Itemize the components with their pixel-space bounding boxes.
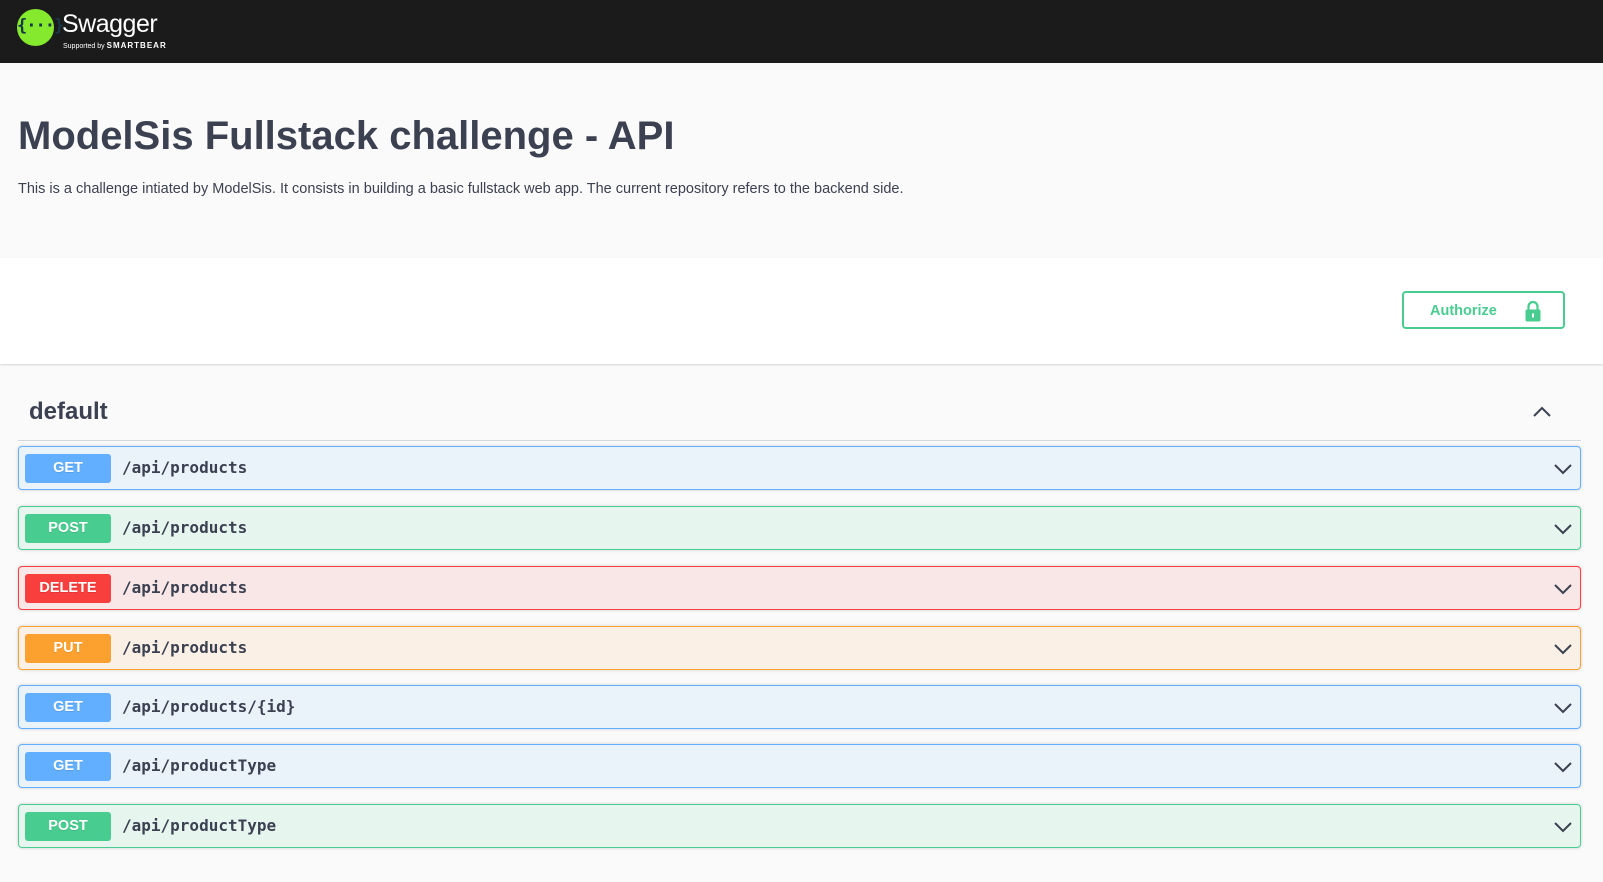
tag-header[interactable]: default (18, 385, 1581, 441)
opblock-get-product-type[interactable]: GET /api/productType (18, 744, 1581, 788)
chevron-down-icon[interactable] (1552, 458, 1574, 480)
opblock-delete-products[interactable]: DELETE /api/products (18, 566, 1581, 610)
operation-path: /api/products (122, 458, 248, 477)
opblock-get-product-by-id[interactable]: GET /api/products/{id} (18, 685, 1581, 729)
method-badge: GET (25, 752, 111, 781)
operation-path: /api/products (122, 518, 248, 537)
method-badge: PUT (25, 634, 111, 663)
chevron-down-icon[interactable] (1552, 697, 1574, 719)
operation-path: /api/productType (122, 816, 277, 835)
operation-path: /api/products/{id} (122, 697, 296, 716)
chevron-down-icon[interactable] (1552, 578, 1574, 600)
operation-path: /api/productType (122, 756, 277, 775)
method-badge: POST (25, 812, 111, 841)
chevron-down-icon[interactable] (1552, 756, 1574, 778)
authorize-button[interactable]: Authorize (1402, 291, 1565, 329)
chevron-down-icon[interactable] (1552, 518, 1574, 540)
operation-path: /api/products (122, 578, 248, 597)
chevron-up-icon[interactable] (1531, 401, 1553, 423)
opblock-post-products[interactable]: POST /api/products (18, 506, 1581, 550)
logo-subtitle: Supported by SMARTBEAR (63, 41, 167, 50)
method-badge: GET (25, 454, 111, 483)
logo-name[interactable]: Swagger (62, 10, 158, 39)
logo-sub-brand: SMARTBEAR (106, 41, 167, 50)
operation-path: /api/products (122, 638, 248, 657)
method-badge: DELETE (25, 574, 111, 603)
tag-name: default (29, 398, 108, 425)
topbar: {···} Swagger Supported by SMARTBEAR (0, 0, 1603, 63)
opblock-put-products[interactable]: PUT /api/products (18, 626, 1581, 670)
swagger-logo-icon[interactable]: {···} (17, 9, 64, 46)
logo-sub-prefix: Supported by (63, 43, 105, 50)
method-badge: POST (25, 514, 111, 543)
page-description: This is a challenge intiated by ModelSis… (18, 181, 904, 197)
authorize-label: Authorize (1430, 303, 1497, 319)
chevron-down-icon[interactable] (1552, 638, 1574, 660)
logo-braces: {···} (17, 16, 64, 36)
scheme-container: Authorize (0, 258, 1603, 364)
opblock-get-products[interactable]: GET /api/products (18, 446, 1581, 490)
opblock-post-product-type[interactable]: POST /api/productType (18, 804, 1581, 848)
info-section: ModelSis Fullstack challenge - API This … (0, 63, 1603, 258)
method-badge: GET (25, 693, 111, 722)
lock-icon (1525, 300, 1541, 322)
chevron-down-icon[interactable] (1552, 816, 1574, 838)
page-title: ModelSis Fullstack challenge - API (18, 114, 675, 158)
